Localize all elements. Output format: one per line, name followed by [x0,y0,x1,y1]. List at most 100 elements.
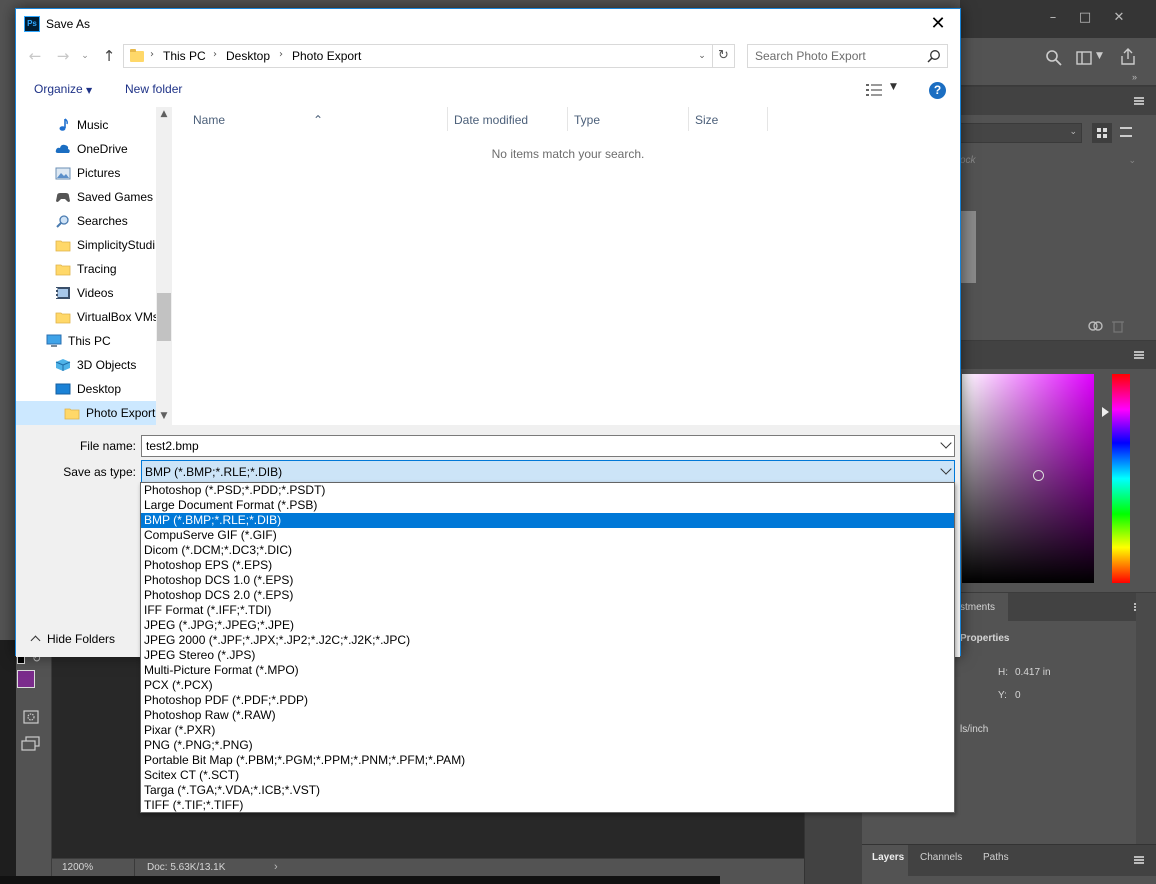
dropdown-option[interactable]: Pixar (*.PXR) [141,723,954,738]
panel-menu-icon[interactable] [1134,856,1144,864]
sidebar-item[interactable]: 3D Objects [16,353,156,377]
tab-adjustments[interactable]: stments [960,593,1008,621]
minimize-button[interactable]: – [1042,8,1064,28]
dropdown-option[interactable]: IFF Format (*.IFF;*.TDI) [141,603,954,618]
breadcrumb-desktop[interactable]: Desktop [226,49,270,63]
properties-scrollbar[interactable] [1136,593,1156,845]
address-bar[interactable]: › This PC › Desktop › Photo Export ⌄ ↻ [123,44,735,68]
workspace-dropdown-icon[interactable]: ▼ [1096,51,1103,61]
new-folder-button[interactable]: New folder [125,82,182,96]
dropdown-option[interactable]: TIFF (*.TIF;*.TIFF) [141,798,954,813]
address-dropdown-icon[interactable]: ⌄ [694,45,710,67]
dropdown-option[interactable]: Photoshop PDF (*.PDF;*.PDP) [141,693,954,708]
dropdown-option[interactable]: Photoshop EPS (*.EPS) [141,558,954,573]
chevron-down-icon[interactable] [940,463,952,475]
sidebar-item[interactable]: Saved Games [16,185,156,209]
trash-icon[interactable] [1112,319,1124,333]
default-colors-icon[interactable] [17,656,25,664]
scroll-thumb[interactable] [157,293,171,341]
help-icon[interactable]: ? [929,82,946,99]
search-icon[interactable] [1046,50,1062,66]
color-saturation-field[interactable] [962,374,1094,583]
zoom-level[interactable]: 1200% [62,862,93,873]
file-name-input[interactable] [142,436,922,456]
workspace-icon[interactable] [1076,51,1092,65]
breadcrumb-photo-export[interactable]: Photo Export [292,49,361,63]
sidebar-item[interactable]: Music [16,113,156,137]
dropdown-option[interactable]: BMP (*.BMP;*.RLE;*.DIB) [141,513,954,528]
dropdown-option[interactable]: CompuServe GIF (*.GIF) [141,528,954,543]
sidebar-item[interactable]: OneDrive [16,137,156,161]
sidebar-item[interactable]: Photo Export [16,401,156,425]
column-header-date-modified[interactable]: Date modified [448,107,568,131]
close-button[interactable]: ✕ [916,9,960,39]
sidebar-item[interactable]: Tracing [16,257,156,281]
chevron-down-icon[interactable] [940,437,952,449]
refresh-icon[interactable]: ↻ [712,45,734,67]
tab-layers-label[interactable]: Layers [872,852,904,863]
sidebar-item[interactable]: SimplicityStudi [16,233,156,257]
breadcrumb-this-pc[interactable]: This PC [163,49,206,63]
creative-cloud-icon[interactable] [1088,319,1104,333]
dropdown-option[interactable]: Targa (*.TGA;*.VDA;*.ICB;*.VST) [141,783,954,798]
collapse-panels-icon[interactable]: » [1132,72,1137,82]
panel-menu-icon[interactable] [1134,351,1144,359]
search-box[interactable] [747,44,948,68]
h-value[interactable]: 0.417 in [1015,667,1051,678]
dropdown-option[interactable]: Portable Bit Map (*.PBM;*.PGM;*.PPM;*.PN… [141,753,954,768]
grid-view-icon[interactable] [1092,123,1112,143]
dropdown-option[interactable]: PCX (*.PCX) [141,678,954,693]
tab-paths-label[interactable]: Paths [983,852,1009,863]
hue-slider-handle[interactable] [1102,407,1109,417]
panel-menu-icon[interactable] [1134,97,1144,105]
scroll-up-icon[interactable]: ▲ [156,109,172,119]
status-menu-icon[interactable]: › [274,861,278,873]
dropdown-option[interactable]: Photoshop DCS 1.0 (*.EPS) [141,573,954,588]
column-header-size[interactable]: Size [689,107,768,131]
up-button[interactable]: ↑ [98,45,120,67]
tab-channels-label[interactable]: Channels [920,852,962,863]
sidebar-item[interactable]: Videos [16,281,156,305]
color-picker-ring[interactable] [1033,470,1044,481]
breadcrumb-separator-icon[interactable]: › [279,49,283,60]
search-icon[interactable] [927,49,941,63]
search-input[interactable] [748,45,918,67]
dropdown-option[interactable]: Dicom (*.DCM;*.DC3;*.DIC) [141,543,954,558]
maximize-button[interactable]: □ [1074,8,1096,28]
sidebar-item[interactable]: This PC [16,329,156,353]
dropdown-option[interactable]: Photoshop Raw (*.RAW) [141,708,954,723]
list-view-icon[interactable] [1120,127,1132,137]
sidebar-item[interactable]: VirtualBox VMs [16,305,159,329]
dropdown-option[interactable]: Multi-Picture Format (*.MPO) [141,663,954,678]
organize-button[interactable]: Organize ▼ [34,82,92,96]
hide-folders-button[interactable]: Hide Folders [28,632,115,646]
dropdown-option[interactable]: JPEG (*.JPG;*.JPEG;*.JPE) [141,618,954,633]
dropdown-option[interactable]: JPEG Stereo (*.JPS) [141,648,954,663]
dropdown-option[interactable]: PNG (*.PNG;*.PNG) [141,738,954,753]
chevron-down-icon[interactable]: ⌄ [1128,155,1136,166]
library-select[interactable]: ⌄ [960,123,1082,143]
sidebar-item[interactable]: Searches [16,209,156,233]
foreground-color-swatch[interactable] [17,670,35,688]
sidebar-item[interactable]: Pictures [16,161,156,185]
back-button[interactable]: ← [24,45,46,67]
dropdown-option[interactable]: Scitex CT (*.SCT) [141,768,954,783]
file-name-combobox[interactable] [141,435,955,457]
column-header-name[interactable]: Name ⌃ [173,107,448,131]
dropdown-option[interactable]: Photoshop DCS 2.0 (*.EPS) [141,588,954,603]
forward-button[interactable]: → [52,45,74,67]
y-value[interactable]: 0 [1015,690,1021,701]
ps-close-button[interactable]: ✕ [1108,8,1130,28]
recent-locations-icon[interactable]: ⌄ [74,45,96,67]
change-view-icon[interactable] [866,83,882,97]
view-options-dropdown-icon[interactable]: ▼ [890,82,897,92]
share-icon[interactable] [1120,48,1136,66]
dropdown-option[interactable]: JPEG 2000 (*.JPF;*.JPX;*.JP2;*.J2C;*.J2K… [141,633,954,648]
screen-mode-icon[interactable] [21,736,41,752]
scroll-down-icon[interactable]: ▼ [156,411,172,421]
save-as-type-select[interactable]: BMP (*.BMP;*.RLE;*.DIB) [141,460,955,483]
sidebar-item[interactable]: Desktop [16,377,156,401]
breadcrumb-separator-icon[interactable]: › [213,49,217,60]
column-header-type[interactable]: Type [568,107,689,131]
dropdown-option[interactable]: Photoshop (*.PSD;*.PDD;*.PSDT) [141,483,954,498]
